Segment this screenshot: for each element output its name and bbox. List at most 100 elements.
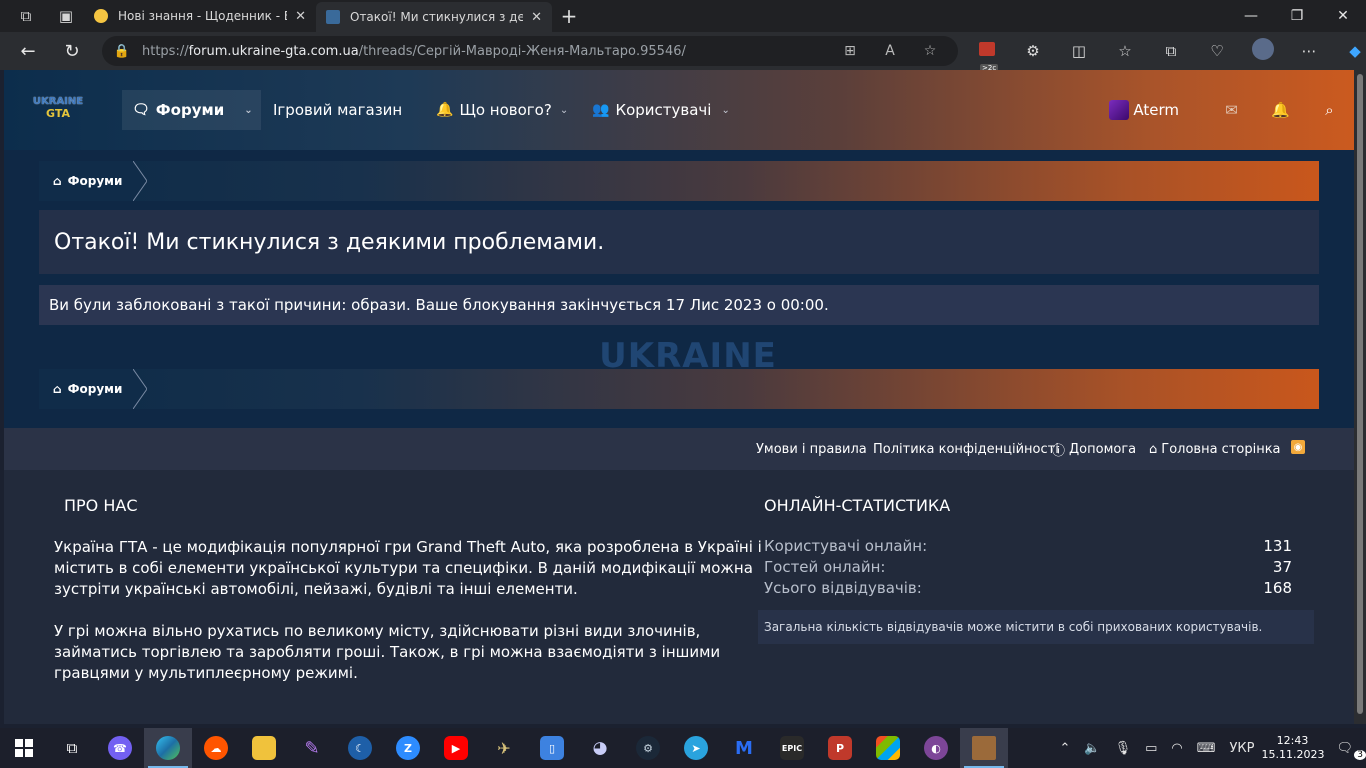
breadcrumb-forums-link[interactable]: ⌂ Форуми	[39, 369, 137, 409]
lock-icon[interactable]: 🔒	[102, 44, 142, 59]
windows-logo-icon	[15, 739, 33, 757]
zoom-taskbar-button[interactable]: Z	[384, 728, 432, 768]
workspaces-icon[interactable]: ⧉	[12, 2, 40, 30]
user-avatar[interactable]	[1109, 100, 1130, 120]
nav-forums[interactable]: 🗨 Форуми ⌄	[122, 90, 261, 130]
epic-games-icon: EPIC	[780, 736, 804, 760]
more-menu-icon[interactable]: ⋯	[1286, 42, 1332, 60]
chevron-down-icon[interactable]: ⌄	[244, 105, 252, 116]
back-icon[interactable]: ←	[6, 32, 50, 70]
notepad-taskbar-button[interactable]: ▯	[528, 728, 576, 768]
terms-link[interactable]: Умови і правила	[756, 428, 867, 470]
malwarebytes-icon: M	[735, 737, 753, 759]
keyboard-icon[interactable]: ⌨	[1190, 741, 1223, 756]
battery-icon[interactable]: ▭	[1138, 741, 1164, 756]
close-window-icon[interactable]: ✕	[1320, 0, 1366, 32]
chevron-down-icon[interactable]: ⌄	[721, 105, 729, 116]
gta-taskbar-button[interactable]: ✈	[480, 728, 528, 768]
breadcrumb-forums-link[interactable]: ⌂ Форуми	[39, 161, 137, 201]
start-button[interactable]	[0, 728, 48, 768]
viber-taskbar-button[interactable]: ☎	[96, 728, 144, 768]
stat-row: Гостей онлайн: 37	[764, 558, 1292, 579]
nav-shop[interactable]: Ігровий магазин	[273, 90, 402, 130]
epic-games-taskbar-button[interactable]: EPIC	[768, 728, 816, 768]
split-screen-icon[interactable]: ◫	[1056, 42, 1102, 60]
malwarebytes-taskbar-button[interactable]: M	[720, 728, 768, 768]
ban-message: Ви були заблоковані з такої причини: обр…	[39, 285, 1319, 325]
restore-icon[interactable]: ❐	[1274, 0, 1320, 32]
microsoft-store-icon	[876, 736, 900, 760]
discord-taskbar-button[interactable]: ◕	[576, 728, 624, 768]
youtube-taskbar-button[interactable]: ▶	[432, 728, 480, 768]
refresh-icon[interactable]: ↻	[50, 32, 94, 70]
nav-shop-label: Ігровий магазин	[273, 101, 403, 119]
app-available-icon[interactable]: ⊞	[830, 43, 870, 59]
nav-users[interactable]: 👥 Користувачі ⌄	[592, 90, 730, 130]
site-logo[interactable]: UKRAINE GTA	[30, 96, 86, 126]
task-view-icon: ⧉	[66, 739, 78, 757]
stat-label: Усього відвідувачів:	[764, 579, 922, 597]
close-tab-icon[interactable]: ✕	[295, 9, 306, 24]
edge-taskbar-button[interactable]	[144, 728, 192, 768]
new-tab-button[interactable]: +	[552, 4, 586, 28]
logo-text-bottom: GTA	[46, 107, 70, 120]
steam-taskbar-button[interactable]: ⚙	[624, 728, 672, 768]
telegram-taskbar-button[interactable]: ➤	[672, 728, 720, 768]
extensions-bar: >2с ⚙ ◫ ☆ ⧉ ♡ ⋯ ◆	[964, 32, 1366, 72]
extensions-icon[interactable]: ⚙	[1010, 42, 1056, 60]
scrollbar-thumb[interactable]	[1357, 74, 1363, 714]
minimize-icon[interactable]: —	[1228, 0, 1274, 32]
privacy-link[interactable]: Політика конфіденційності	[873, 428, 1059, 470]
url-scheme: https://	[142, 43, 189, 59]
breadcrumb-arrow-icon	[133, 369, 147, 409]
tab-notes[interactable]: Нові знання - Щоденник - Елект ✕	[84, 0, 316, 32]
search-icon[interactable]: ⌕	[1305, 101, 1354, 119]
profile-avatar[interactable]	[1240, 38, 1286, 64]
breadcrumb-arrow-icon	[133, 161, 147, 201]
chevron-down-icon[interactable]: ⌄	[560, 105, 568, 116]
tab-forum[interactable]: Отакої! Ми стикнулися з деяким ✕	[316, 2, 552, 32]
game-window-taskbar-button[interactable]	[960, 728, 1008, 768]
stat-value: 37	[1272, 558, 1292, 576]
tab-actions-icon[interactable]: ▣	[52, 2, 80, 30]
discord-icon: ◕	[592, 738, 608, 758]
soundcloud-taskbar-button[interactable]: ☁	[192, 728, 240, 768]
stats-note: Загальна кількість відвідувачів може міс…	[758, 610, 1314, 644]
username-link[interactable]: Aterm	[1133, 101, 1179, 119]
nav-whats-new[interactable]: 🔔 Що нового? ⌄	[436, 90, 568, 130]
explorer-taskbar-button[interactable]	[240, 728, 288, 768]
home-page-link[interactable]: ⌂ Головна сторінка	[1149, 428, 1281, 470]
feather-app-taskbar-button[interactable]: ✎	[288, 728, 336, 768]
moon-app-taskbar-button[interactable]: ☾	[336, 728, 384, 768]
microphone-icon[interactable]: 🎙	[1108, 741, 1139, 756]
copilot-icon[interactable]: ◆	[1332, 42, 1366, 60]
help-link[interactable]: ⓘ Допомога	[1052, 428, 1136, 470]
mail-extension-icon[interactable]: >2с	[964, 42, 1010, 72]
read-aloud-icon[interactable]: A	[870, 43, 910, 59]
tor-taskbar-button[interactable]: ◐	[912, 728, 960, 768]
speaker-icon[interactable]: 🔈	[1077, 741, 1107, 756]
input-language[interactable]: УКР	[1222, 741, 1261, 756]
notification-count-badge: 3	[1354, 749, 1366, 760]
close-tab-icon[interactable]: ✕	[531, 10, 542, 25]
chevron-up-icon[interactable]: ⌃	[1052, 741, 1077, 756]
browser-toolbar: ← ↻ 🔒 https://forum.ukraine-gta.com.ua/t…	[0, 32, 1366, 72]
picsart-taskbar-button[interactable]: P	[816, 728, 864, 768]
store-taskbar-button[interactable]	[864, 728, 912, 768]
favorite-star-icon[interactable]: ☆	[910, 43, 950, 59]
clock[interactable]: 12:43 15.11.2023	[1261, 734, 1324, 762]
online-stats-heading: ОНЛАЙН-СТАТИСТИКА	[764, 496, 951, 515]
stat-value: 131	[1263, 537, 1292, 555]
envelope-icon[interactable]: ✉	[1207, 101, 1256, 119]
wifi-icon[interactable]: ◠	[1164, 741, 1189, 756]
favorites-icon[interactable]: ☆	[1102, 42, 1148, 60]
alerts-bell-icon[interactable]: 🔔	[1256, 101, 1305, 119]
page-scrollbar[interactable]	[1354, 70, 1366, 724]
task-view-button[interactable]: ⧉	[48, 728, 96, 768]
nav-forums-label: Форуми	[155, 101, 225, 119]
rss-icon[interactable]: ◉	[1291, 440, 1305, 454]
collections-icon[interactable]: ⧉	[1148, 42, 1194, 60]
browser-essentials-icon[interactable]: ♡	[1194, 42, 1240, 60]
notifications-icon[interactable]: 🗨 3	[1329, 741, 1366, 760]
address-bar[interactable]: 🔒 https://forum.ukraine-gta.com.ua/threa…	[102, 36, 958, 66]
